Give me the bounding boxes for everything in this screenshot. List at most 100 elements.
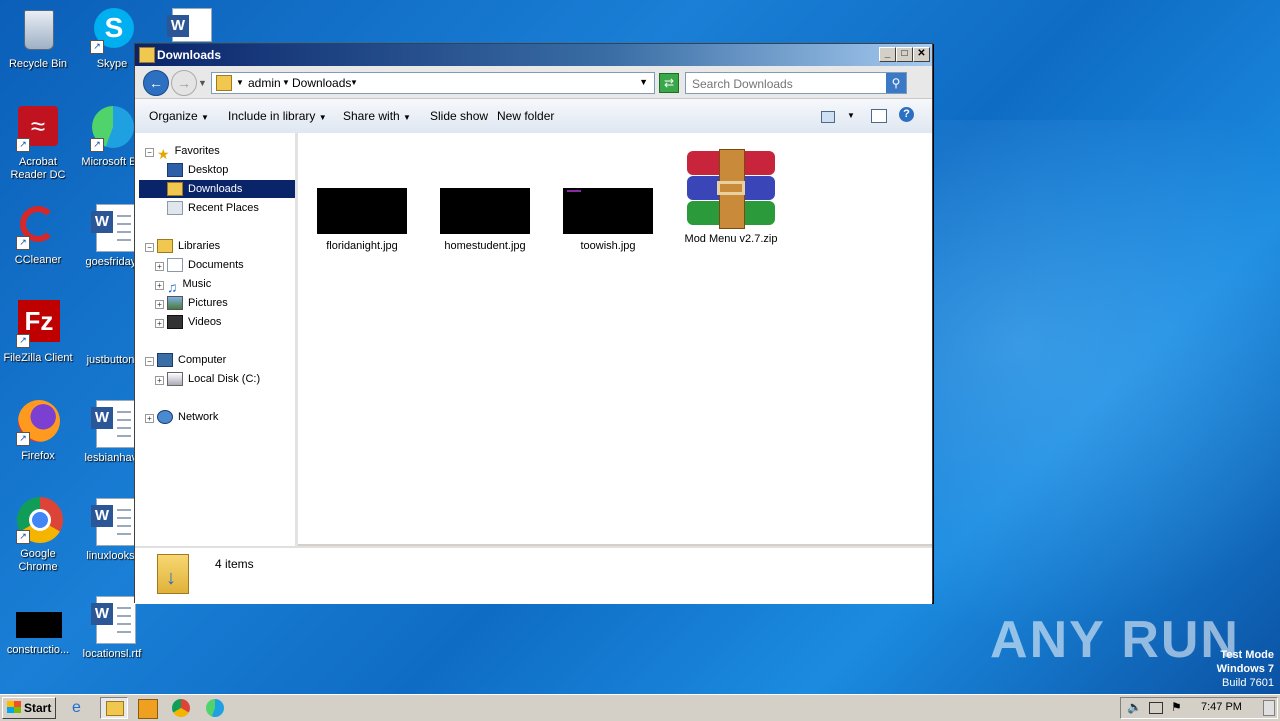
expand-icon[interactable]: +	[145, 414, 154, 423]
expand-icon[interactable]: +	[155, 376, 164, 385]
include-in-library-button[interactable]: Include in library ▼	[228, 109, 327, 123]
chevron-down-icon: ▼	[201, 113, 209, 122]
collapse-icon[interactable]: −	[145, 243, 154, 252]
nav-local-disk[interactable]: Local Disk (C:)	[167, 370, 260, 388]
change-view-icon[interactable]	[821, 111, 835, 123]
preview-pane-icon[interactable]	[871, 109, 887, 123]
collapse-icon[interactable]: −	[145, 357, 154, 366]
start-button[interactable]: Start	[2, 697, 56, 719]
desktop-icon-acrobat[interactable]: ≈ ↗ Acrobat Reader DC	[0, 104, 76, 182]
music-icon: ♫	[167, 279, 178, 296]
ccleaner-icon: ↗	[14, 202, 62, 250]
address-history-dropdown-icon[interactable]: ▼	[639, 77, 648, 87]
chrome-icon[interactable]	[172, 699, 190, 717]
desktop-icon-word-partial[interactable]: W	[164, 8, 212, 42]
nav-desktop[interactable]: Desktop	[167, 161, 228, 179]
file-item[interactable]: toowish.jpg	[553, 188, 663, 252]
slide-show-button[interactable]: Slide show	[430, 109, 488, 123]
nav-recent-places[interactable]: Recent Places	[167, 199, 259, 217]
nav-favorites-label: Favorites	[174, 145, 220, 157]
nav-favorites[interactable]: ★ Favorites	[157, 142, 220, 163]
show-desktop-button[interactable]	[1263, 700, 1275, 716]
network-status-icon[interactable]	[1149, 702, 1163, 714]
new-folder-button[interactable]: New folder	[497, 109, 554, 123]
chrome-icon: ↗	[14, 496, 63, 544]
windows-logo-icon	[7, 701, 21, 713]
firefox-icon: ↗	[14, 398, 62, 446]
address-breadcrumb[interactable]: ▼ admin ▼ Downloads ▼ ▼	[211, 72, 655, 94]
image-thumbnail	[440, 188, 530, 234]
downloads-folder-icon: ↓	[157, 554, 189, 594]
chevron-down-icon: ▼	[403, 113, 411, 122]
window-title: Downloads	[157, 48, 222, 62]
desktop-icon-firefox[interactable]: ↗ Firefox	[0, 398, 76, 463]
pictures-icon	[167, 296, 183, 311]
expand-icon[interactable]: +	[155, 262, 164, 271]
nav-desktop-label: Desktop	[188, 164, 229, 176]
media-player-icon[interactable]	[138, 699, 158, 719]
back-button[interactable]: ←	[143, 70, 169, 96]
desktop-icon-construction[interactable]: constructio...	[0, 604, 76, 657]
nav-documents[interactable]: Documents	[167, 256, 244, 274]
blank-file-icon	[88, 302, 136, 350]
forward-button[interactable]: →	[171, 70, 197, 96]
breadcrumb-separator-icon[interactable]: ▼	[236, 78, 244, 87]
desktop-icon-label: locationsl.rtf	[82, 648, 142, 660]
desktop-icon-filezilla[interactable]: Fz ↗ FileZilla Client	[0, 300, 76, 365]
action-center-flag-icon[interactable]: ⚑	[1171, 700, 1182, 714]
word-document-icon: W	[88, 400, 136, 448]
taskbar: Start e 🔈 ⚑ 7:47 PM	[0, 694, 1280, 721]
word-document-icon: W	[88, 204, 136, 252]
desktop-icon-locationsl[interactable]: W locationsl.rtf	[74, 596, 150, 661]
recent-pages-chevron-icon[interactable]: ▼	[198, 78, 207, 88]
collapse-icon[interactable]: −	[145, 148, 154, 157]
volume-icon[interactable]: 🔈	[1127, 700, 1142, 714]
nav-network[interactable]: Network	[157, 408, 218, 426]
nav-computer[interactable]: Computer	[157, 351, 226, 369]
nav-videos[interactable]: Videos	[167, 313, 221, 331]
breadcrumb-downloads[interactable]: Downloads	[292, 76, 351, 90]
search-input[interactable]	[690, 75, 884, 93]
file-item[interactable]: Mod Menu v2.7.zip	[676, 149, 786, 245]
nav-downloads[interactable]: Downloads	[139, 180, 295, 198]
file-item[interactable]: floridanight.jpg	[307, 188, 417, 252]
minimize-button[interactable]: _	[879, 47, 896, 62]
view-options-chevron-icon[interactable]: ▼	[847, 111, 855, 120]
system-tray: 🔈 ⚑ 7:47 PM	[1120, 697, 1278, 719]
share-with-button[interactable]: Share with ▼	[343, 109, 411, 123]
breadcrumb-separator-icon[interactable]: ▼	[350, 78, 358, 87]
winrar-archive-icon	[685, 149, 777, 229]
expand-icon[interactable]: +	[155, 300, 164, 309]
desktop-icon	[167, 163, 183, 178]
maximize-button[interactable]: □	[896, 47, 913, 62]
expand-icon[interactable]: +	[155, 319, 164, 328]
nav-pictures[interactable]: Pictures	[167, 294, 228, 312]
search-icon[interactable]: ⚲	[886, 73, 906, 93]
breadcrumb-admin[interactable]: admin	[248, 76, 281, 90]
explorer-taskbar-button[interactable]	[100, 697, 128, 719]
address-bar: ← → ▼ ▼ admin ▼ Downloads ▼ ▼ ⇄ ⚲	[135, 66, 932, 99]
title-bar[interactable]: Downloads _ □ ✕	[135, 44, 932, 66]
clock[interactable]: 7:47 PM	[1201, 701, 1242, 713]
internet-explorer-icon[interactable]: e	[72, 699, 90, 717]
breadcrumb-separator-icon[interactable]: ▼	[282, 78, 290, 87]
folder-icon	[139, 47, 155, 63]
edge-icon[interactable]	[206, 699, 224, 717]
desktop-icon-recycle-bin[interactable]: Recycle Bin	[0, 6, 76, 71]
organize-button[interactable]: Organize ▼	[149, 109, 209, 123]
nav-libraries[interactable]: Libraries	[157, 237, 220, 255]
close-button[interactable]: ✕	[913, 47, 930, 62]
help-icon[interactable]: ?	[899, 107, 914, 122]
expand-icon[interactable]: +	[155, 281, 164, 290]
file-item[interactable]: homestudent.jpg	[430, 188, 540, 252]
organize-label: Organize	[149, 109, 198, 123]
nav-music[interactable]: ♫ Music	[167, 275, 211, 296]
nav-pictures-label: Pictures	[188, 297, 228, 309]
image-thumbnail	[563, 188, 653, 234]
desktop-icon-ccleaner[interactable]: ↗ CCleaner	[0, 202, 76, 267]
desktop-icon-chrome[interactable]: ↗ Google Chrome	[0, 496, 76, 574]
folder-icon	[106, 701, 124, 716]
star-icon: ★	[157, 146, 170, 163]
refresh-icon[interactable]: ⇄	[659, 73, 679, 93]
file-name: homestudent.jpg	[444, 240, 526, 252]
